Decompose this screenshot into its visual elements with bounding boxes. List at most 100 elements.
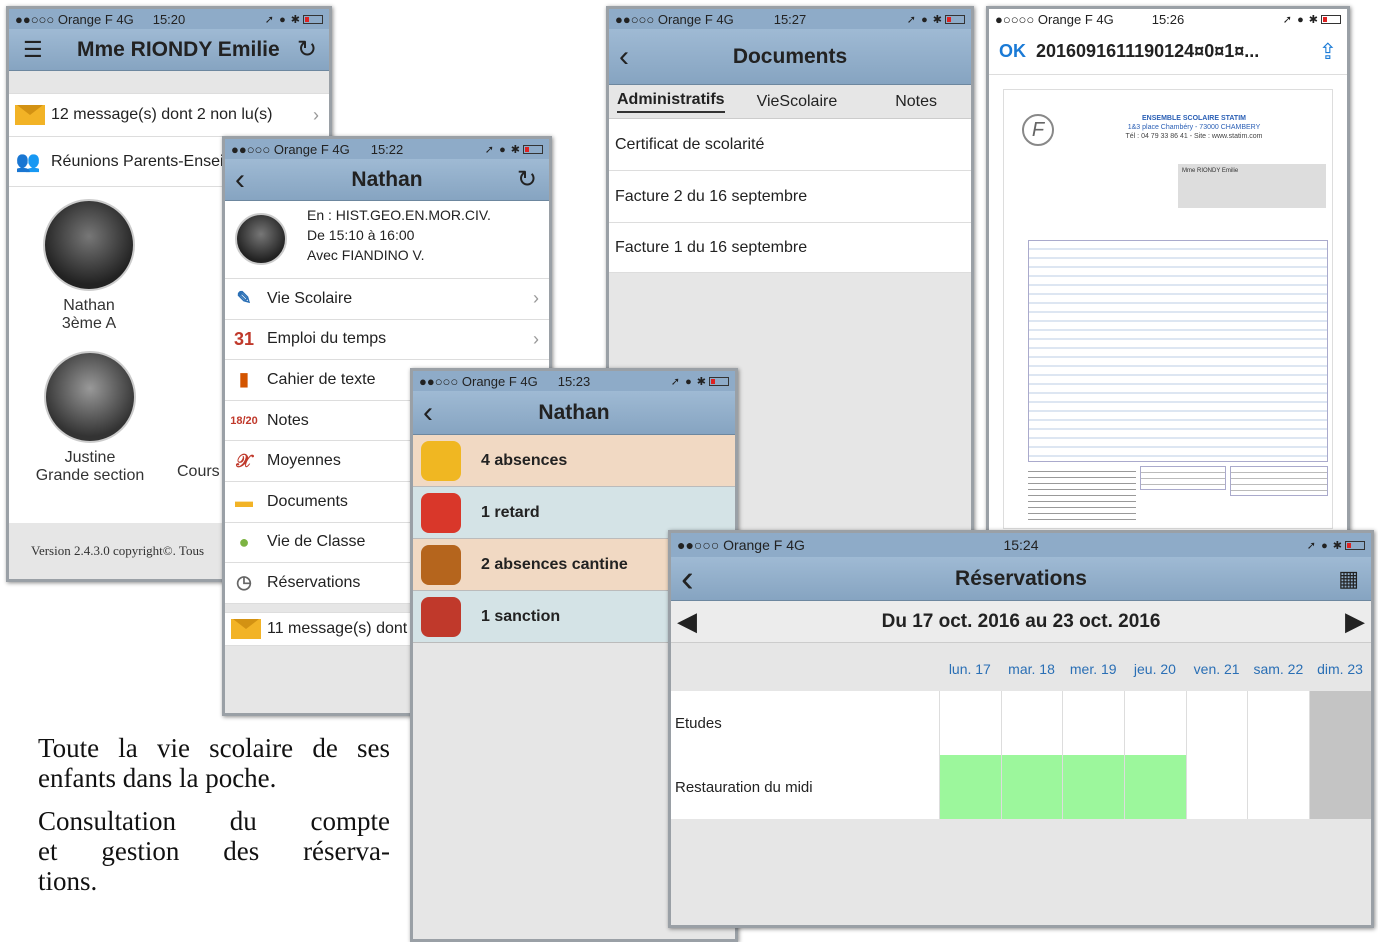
carrier-label: ●●○○○ Orange F 4G [231,141,350,157]
reservation-cell[interactable] [1185,755,1248,819]
cut-child-label: Cours [177,463,220,480]
document-title: 2016091611190124¤0¤1¤... [1036,41,1260,61]
child-name: Justine [64,449,116,466]
back-chevron-icon[interactable]: ‹ [423,397,433,428]
attendance-icon [421,492,461,533]
day-header: dim. 23 [1317,661,1363,677]
recipient-name: Mme RIONDY Emilie [1182,168,1239,174]
reservation-cell[interactable] [939,755,1001,819]
reservation-cell[interactable] [1062,691,1125,755]
battery-icon [303,15,323,25]
battery-icon [709,377,729,387]
refresh-icon[interactable]: ↻ [297,35,317,64]
attendance-icon [421,440,461,481]
invoice-total [1230,466,1328,496]
avatar [44,351,136,443]
parents-icon: 👥 [15,151,41,173]
calendar-icon[interactable]: ▦ [1338,566,1359,592]
share-icon[interactable]: ⇪ [1319,39,1337,65]
child-name: Nathan [63,297,115,314]
child-card-nathan[interactable]: Nathan 3ème A [39,199,139,333]
status-icons: ➚ ● ✱ [1307,539,1365,552]
menu-item-icon: ▮ [239,369,249,390]
menu-icon[interactable]: ☰ [23,38,43,61]
tab-notes[interactable]: Notes [895,93,937,111]
course-teacher: Avec FIANDINO V. [307,247,425,263]
messages-label: 12 message(s) dont 2 non lu(s) [51,106,273,123]
envelope-icon [231,618,261,639]
reservation-cell[interactable] [1309,755,1371,819]
previous-week-arrow-icon[interactable]: ◀ [677,606,697,637]
reservation-cell[interactable] [1247,691,1310,755]
tab-bar: Administratifs VieScolaire Notes [609,85,971,119]
child-card-justine[interactable]: Justine Grande section [25,351,155,485]
menu-item-icon: 𝒳 [236,450,252,471]
ok-button[interactable]: OK [999,41,1026,62]
reservation-cell[interactable] [1000,691,1063,755]
school-contact: Tél : 04 79 33 86 41 - Site : www.statim… [1125,133,1263,140]
avatar [43,199,135,291]
week-navigator: ◀ Du 17 oct. 2016 au 23 oct. 2016 ▶ [671,601,1371,643]
reservation-cell[interactable] [1000,755,1063,819]
reservation-row: Etudes [671,691,1371,755]
page-title: Documents [732,44,848,68]
reservation-cell[interactable] [939,691,1001,755]
carrier-label: ●●○○○ Orange F 4G [419,373,538,389]
status-icons: ➚ ● ✱ [265,13,323,26]
back-chevron-icon[interactable]: ‹ [235,164,245,195]
menu-item-icon: ✎ [236,288,252,309]
reservation-cell[interactable] [1124,755,1186,819]
tab-administratifs[interactable]: Administratifs [617,91,725,113]
avatar [235,213,287,265]
day-headers: lun. 17 mar. 18 mer. 19 jeu. 20 ven. 21 sam. … [671,651,1371,691]
service-label: Etudes [675,714,722,732]
messages-row[interactable]: 12 message(s) dont 2 non lu(s) › [9,93,329,137]
menu-item-label: Vie de Classe [267,533,366,551]
reservation-cell[interactable] [1185,691,1248,755]
document-label: Facture 1 du 16 septembre [615,238,808,256]
reservation-cell[interactable] [1124,691,1186,755]
menu-item[interactable]: 31 Emploi du temps › [225,319,549,361]
status-bar: ●●○○○ Orange F 4G 15:20 ➚ ● ✱ [9,9,329,29]
menu-item-icon: 18/20 [230,414,258,427]
attendance-label: 1 retard [481,503,540,521]
caption-line: tions. [38,865,98,896]
attendance-row[interactable]: 4 absences [413,435,735,487]
menu-item[interactable]: ✎ Vie Scolaire › [225,279,549,320]
refresh-icon[interactable]: ↻ [517,165,537,194]
nav-bar: ☰ Mme RIONDY Emilie ↻ [9,29,329,71]
battery-icon [1321,15,1341,25]
menu-item-label: Notes [267,411,309,429]
battery-icon [945,15,965,25]
page-title: Nathan [351,167,423,191]
status-bar: ●●○○○ Orange F 4G 15:23 ➚ ● ✱ [413,371,735,391]
course-time: De 15:10 à 16:00 [307,227,415,243]
week-range: Du 17 oct. 2016 au 23 oct. 2016 [881,610,1161,632]
status-icons: ➚ ● ✱ [671,375,729,388]
back-chevron-icon[interactable]: ‹ [681,560,694,598]
school-name: ENSEMBLE SCOLAIRE STATIM [1142,115,1246,122]
document-row[interactable]: Facture 2 du 16 septembre [609,171,971,223]
reservation-cell[interactable] [1247,755,1310,819]
next-week-arrow-icon[interactable]: ▶ [1345,606,1365,637]
reservation-row: Restauration du midi [671,755,1371,819]
status-icons: ➚ ● ✱ [1283,13,1341,26]
course-subject: En : HIST.GEO.EN.MOR.CIV. [307,207,491,223]
document-row[interactable]: Facture 1 du 16 septembre [609,223,971,273]
reservation-cell[interactable] [1309,691,1371,755]
phone-pdf-viewer: ●○○○○ Orange F 4G 15:26 ➚ ● ✱ OK 201609161… [986,6,1350,536]
reservation-cell[interactable] [1062,755,1125,819]
attendance-label: 2 absences cantine [481,555,628,573]
tab-viescolaire[interactable]: VieScolaire [757,93,838,111]
service-label: Restauration du midi [675,778,813,796]
day-header: mar. 18 [1008,661,1055,677]
menu-item-icon: ▬ [235,491,253,512]
back-chevron-icon[interactable]: ‹ [619,41,629,72]
chevron-right-icon: › [533,288,539,309]
school-logo: F [1022,114,1054,146]
document-row[interactable]: Certificat de scolarité [609,119,971,171]
menu-item-icon: 31 [233,328,255,349]
nav-bar: ‹ Documents [609,29,971,85]
page-title: Mme RIONDY Emilie [77,37,280,61]
menu-item-label: Réservations [267,573,361,591]
